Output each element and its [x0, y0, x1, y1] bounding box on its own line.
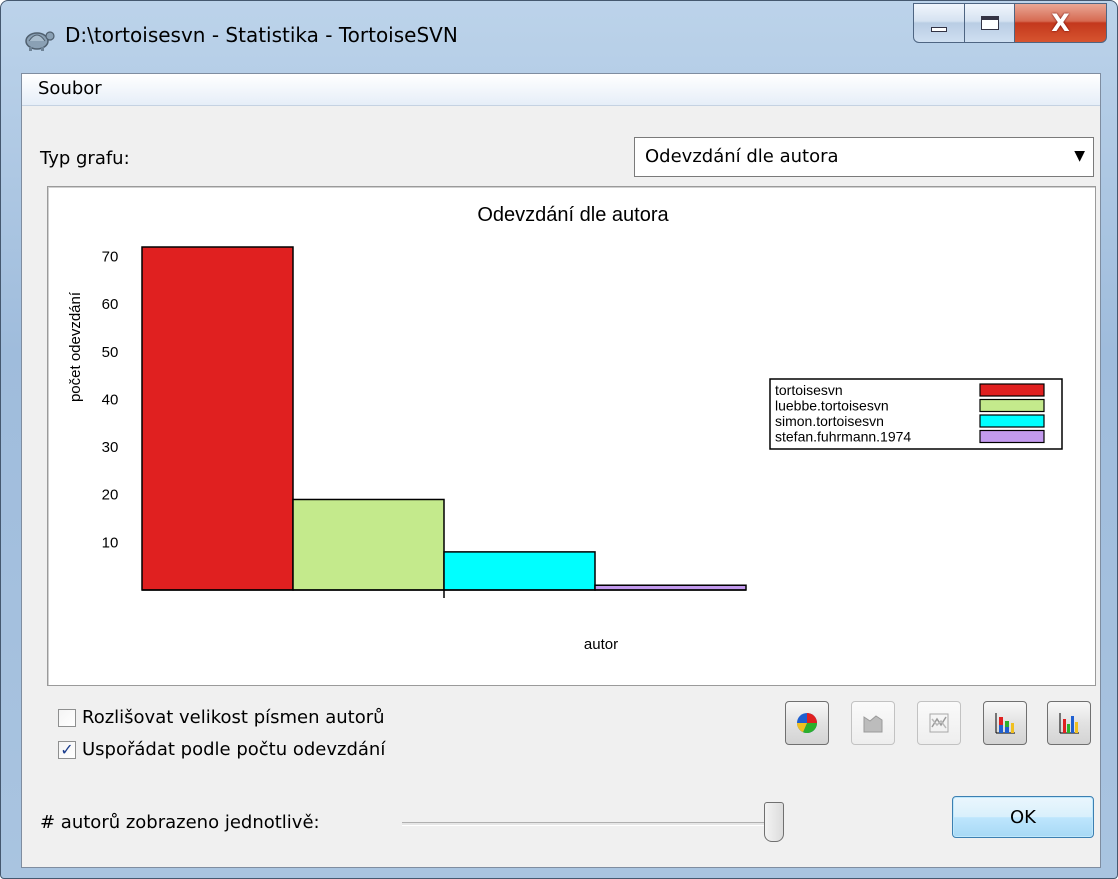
menu-bar: Soubor [22, 74, 1100, 106]
close-icon: X [1051, 9, 1070, 37]
line-chart-icon [929, 713, 949, 733]
checkmark-icon: ✓ [60, 739, 74, 759]
chevron-down-icon: ▼ [1074, 148, 1085, 164]
ok-button[interactable]: OK [952, 796, 1094, 838]
caption-buttons: X [913, 3, 1107, 47]
sort-by-commits-checkbox[interactable]: ✓ [58, 739, 76, 759]
chart-panel: Odevzdání dle autora počet odevzdání aut… [47, 186, 1096, 686]
menu-file[interactable]: Soubor [38, 78, 102, 99]
bar-chart-icon [1059, 713, 1079, 734]
graph-type-label: Typ grafu: [40, 148, 130, 169]
pie-chart-button[interactable] [785, 701, 829, 745]
sort-by-commits-option[interactable]: ✓ Uspořádat podle počtu odevzdání [58, 739, 385, 760]
area-chart-icon [863, 715, 883, 733]
legend-label: tortoisesvn [775, 382, 843, 398]
bar-simon-tortoisesvn [443, 551, 596, 591]
maximize-icon [980, 16, 999, 30]
authors-slider-track[interactable] [402, 822, 778, 826]
legend-swatch [979, 398, 1045, 413]
dialog-client-area: Soubor Typ grafu: Odevzdání dle autora ▼… [21, 73, 1101, 868]
legend-label: luebbe.tortoisesvn [775, 398, 889, 414]
bar-tortoisesvn [141, 246, 294, 591]
close-button[interactable]: X [1015, 3, 1107, 43]
authors-slider-label: # autorů zobrazeno jednotlivě: [40, 812, 320, 833]
stacked-bar-chart-icon [995, 713, 1015, 734]
area-chart-button[interactable] [851, 701, 895, 745]
y-tick-label: 30 [102, 439, 119, 456]
legend-swatch [979, 383, 1045, 397]
legend-swatch [979, 429, 1045, 444]
legend-swatch [979, 414, 1045, 428]
tortoise-icon [25, 31, 55, 51]
graph-type-selected: Odevzdání dle autora [645, 146, 839, 167]
authors-slider-thumb[interactable] [764, 802, 784, 842]
case-sensitive-option[interactable]: Rozlišovat velikost písmen autorů [58, 707, 385, 728]
y-tick-label: 60 [102, 296, 119, 313]
case-sensitive-checkbox[interactable] [58, 708, 76, 727]
title-bar[interactable]: D:\tortoisesvn - Statistika - TortoiseSV… [1, 1, 1117, 73]
commits-by-author-chart: Odevzdání dle autora počet odevzdání aut… [67, 204, 1063, 653]
legend-label: simon.tortoisesvn [775, 413, 884, 429]
minimize-button[interactable] [913, 3, 965, 43]
chart-legend: tortoisesvnluebbe.tortoisesvnsimon.torto… [769, 378, 1063, 450]
y-tick-label: 50 [102, 344, 119, 361]
graph-type-select[interactable]: Odevzdání dle autora ▼ [634, 137, 1094, 177]
stacked-bar-chart-button[interactable] [983, 701, 1027, 745]
case-sensitive-label: Rozlišovat velikost písmen autorů [82, 707, 385, 728]
maximize-button[interactable] [965, 3, 1015, 43]
legend-label: stefan.fuhrmann.1974 [775, 429, 911, 445]
y-tick-label: 70 [102, 249, 119, 266]
bar-chart-button[interactable] [1047, 701, 1091, 745]
y-tick-label: 40 [102, 391, 119, 408]
y-axis-label: počet odevzdání [67, 291, 84, 402]
y-tick-label: 20 [102, 487, 119, 504]
pie-chart-icon [796, 713, 818, 734]
minimize-icon [931, 26, 947, 32]
chart-title: Odevzdání dle autora [477, 204, 669, 226]
line-chart-button[interactable] [917, 701, 961, 745]
window-title: D:\tortoisesvn - Statistika - TortoiseSV… [65, 23, 458, 47]
y-tick-label: 10 [102, 534, 119, 551]
bar-luebbe-tortoisesvn [292, 498, 445, 591]
x-axis-label: autor [584, 636, 618, 653]
sort-by-commits-label: Uspořádat podle počtu odevzdání [82, 739, 386, 760]
statistics-window: D:\tortoisesvn - Statistika - TortoiseSV… [0, 0, 1118, 879]
